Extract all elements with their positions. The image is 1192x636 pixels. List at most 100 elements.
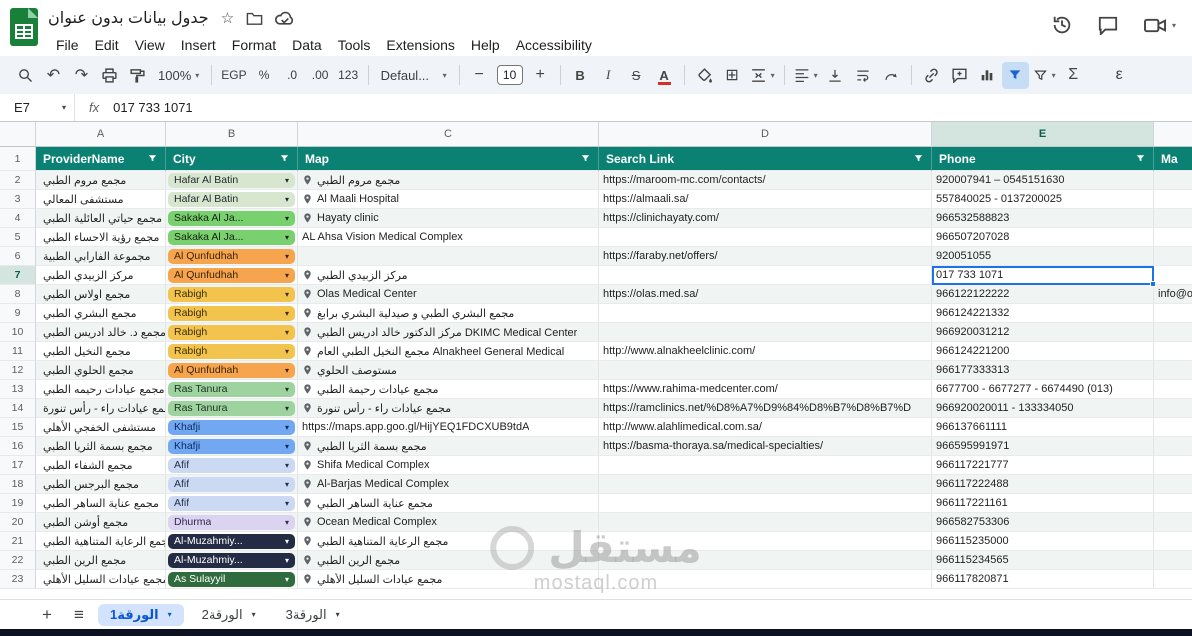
percent-format-button[interactable]: % [251,62,278,89]
cell-city[interactable]: Al Qunfudhah▾ [166,247,298,266]
menu-help[interactable]: Help [463,35,508,55]
fill-color-icon[interactable] [691,62,718,89]
cell-provider-name[interactable]: مجمع رؤية الاحساء الطبي [36,228,166,247]
cell-search-link[interactable]: https://basma-thoraya.sa/medical-special… [599,437,932,456]
cell-city[interactable]: Afif▾ [166,475,298,494]
all-sheets-button[interactable]: ≡ [66,603,92,627]
cell-city[interactable]: Al Qunfudhah▾ [166,361,298,380]
cell-phone[interactable]: 966177333313 [932,361,1154,380]
cell-mail[interactable] [1154,418,1192,437]
cell-map[interactable]: مركز الدكتور خالد ادريس الطبي DKIMC Medi… [298,323,599,342]
cell-mail[interactable] [1154,361,1192,380]
cell-search-link[interactable]: http://www.alahlimedical.com.sa/ [599,418,932,437]
cell-phone[interactable]: 6677700 - 6677277 - 6674490 (013) [932,380,1154,399]
cell-mail[interactable] [1154,323,1192,342]
sheet-tab-3[interactable]: الورقة3▾ [274,604,352,626]
text-wrap-icon[interactable] [850,62,877,89]
cell-provider-name[interactable]: مجمع بسمة الثريا الطبي [36,437,166,456]
cell-phone[interactable]: 966595991971 [932,437,1154,456]
row-number[interactable]: 2 [0,171,36,190]
cell-provider-name[interactable]: مجمع البشري الطبي [36,304,166,323]
cell-search-link[interactable] [599,532,932,551]
menu-edit[interactable]: Edit [87,35,127,55]
insert-comment-icon[interactable] [946,62,973,89]
cell-search-link[interactable] [599,456,932,475]
number-format-button[interactable]: 123 [335,62,362,89]
cell-search-link[interactable]: https://maroom-mc.com/contacts/ [599,171,932,190]
cell-mail[interactable] [1154,171,1192,190]
menu-file[interactable]: File [48,35,87,55]
cell-search-link[interactable] [599,266,932,285]
header-filter-icon[interactable] [279,153,290,164]
merge-cells-icon[interactable]: ▾ [747,62,778,89]
cell-mail[interactable] [1154,380,1192,399]
row-number[interactable]: 14 [0,399,36,418]
move-folder-icon[interactable] [246,11,263,26]
cell-provider-name[interactable]: مجمع الرين الطبي [36,551,166,570]
cell-city[interactable]: Al-Muzahmiy...▾ [166,532,298,551]
cell-provider-name[interactable]: مجمع مروم الطبي [36,171,166,190]
table-header-A[interactable]: ProviderName [36,147,166,171]
cell-provider-name[interactable]: مجمع حياتي العائلية الطبي [36,209,166,228]
cell-city[interactable]: Dhurma▾ [166,513,298,532]
cell-provider-name[interactable]: مجمع عيادات رحيمه الطبي [36,380,166,399]
cell-mail[interactable] [1154,399,1192,418]
doc-title[interactable]: جدول بيانات بدون عنوان [48,8,209,28]
city-dropdown-chip[interactable]: Hafar Al Batin▾ [168,173,295,188]
font-size-decrease-button[interactable]: − [466,62,493,89]
cell-city[interactable]: As Sulayyil▾ [166,570,298,589]
row-number[interactable]: 5 [0,228,36,247]
cell-city[interactable]: Sakaka Al Ja...▾ [166,228,298,247]
row-number[interactable]: 3 [0,190,36,209]
row-number[interactable]: 15 [0,418,36,437]
cell-phone[interactable]: 966122122222 [932,285,1154,304]
cell-city[interactable]: Al Qunfudhah▾ [166,266,298,285]
cell-map[interactable]: مجمع الرين الطبي [298,551,599,570]
city-dropdown-chip[interactable]: Afif▾ [168,496,295,511]
version-history-icon[interactable] [1051,14,1073,36]
cell-search-link[interactable] [599,228,932,247]
cell-city[interactable]: Khafji▾ [166,418,298,437]
select-all-corner[interactable] [0,122,36,147]
city-dropdown-chip[interactable]: Sakaka Al Ja...▾ [168,230,295,245]
cell-mail[interactable] [1154,247,1192,266]
epsilon-icon[interactable]: ε [1106,62,1133,89]
row-number[interactable]: 11 [0,342,36,361]
cell-mail[interactable] [1154,437,1192,456]
cell-map[interactable]: مجمع الرعاية المتناهية الطبي [298,532,599,551]
cell-provider-name[interactable]: مجمع أوشن الطبي [36,513,166,532]
cell-map[interactable]: مجمع مروم الطبي [298,171,599,190]
cell-provider-name[interactable]: مجمع عيادات راء - رأس تنورة [36,399,166,418]
undo-icon[interactable]: ↶ [40,62,67,89]
city-dropdown-chip[interactable]: Rabigh▾ [168,306,295,321]
menu-accessibility[interactable]: Accessibility [508,35,600,55]
cell-mail[interactable] [1154,190,1192,209]
cell-city[interactable]: Sakaka Al Ja...▾ [166,209,298,228]
cell-map[interactable]: مجمع عناية الساهر الطبي [298,494,599,513]
cell-city[interactable]: Ras Tanura▾ [166,399,298,418]
row-number[interactable]: 20 [0,513,36,532]
column-header-A[interactable]: A [36,122,166,147]
table-header-B[interactable]: City [166,147,298,171]
functions-sigma-icon[interactable]: Σ [1060,62,1087,89]
cell-phone[interactable]: 920051055 [932,247,1154,266]
add-sheet-button[interactable]: + [34,603,60,627]
cell-mail[interactable] [1154,304,1192,323]
zoom-select[interactable]: 100% ▾ [152,62,205,89]
cell-phone[interactable]: 966117221777 [932,456,1154,475]
city-dropdown-chip[interactable]: Al-Muzahmiy...▾ [168,534,295,549]
cell-map[interactable]: مجمع البشري الطبي و صيدلية البشري برابغ [298,304,599,323]
cell-phone[interactable]: 966115234565 [932,551,1154,570]
cell-city[interactable]: Rabigh▾ [166,304,298,323]
cell-map[interactable]: مركز الزبيدي الطبي [298,266,599,285]
comment-history-icon[interactable] [1097,15,1119,35]
fill-handle[interactable] [1150,281,1156,287]
cell-phone[interactable]: 966117820871 [932,570,1154,589]
vertical-align-icon[interactable] [822,62,849,89]
row-number[interactable]: 10 [0,323,36,342]
cell-phone[interactable]: 966117222488 [932,475,1154,494]
cell-city[interactable]: Rabigh▾ [166,285,298,304]
cell-provider-name[interactable]: مجموعة الفارابي الطبية [36,247,166,266]
cell-city[interactable]: Hafar Al Batin▾ [166,171,298,190]
menu-extensions[interactable]: Extensions [378,35,462,55]
